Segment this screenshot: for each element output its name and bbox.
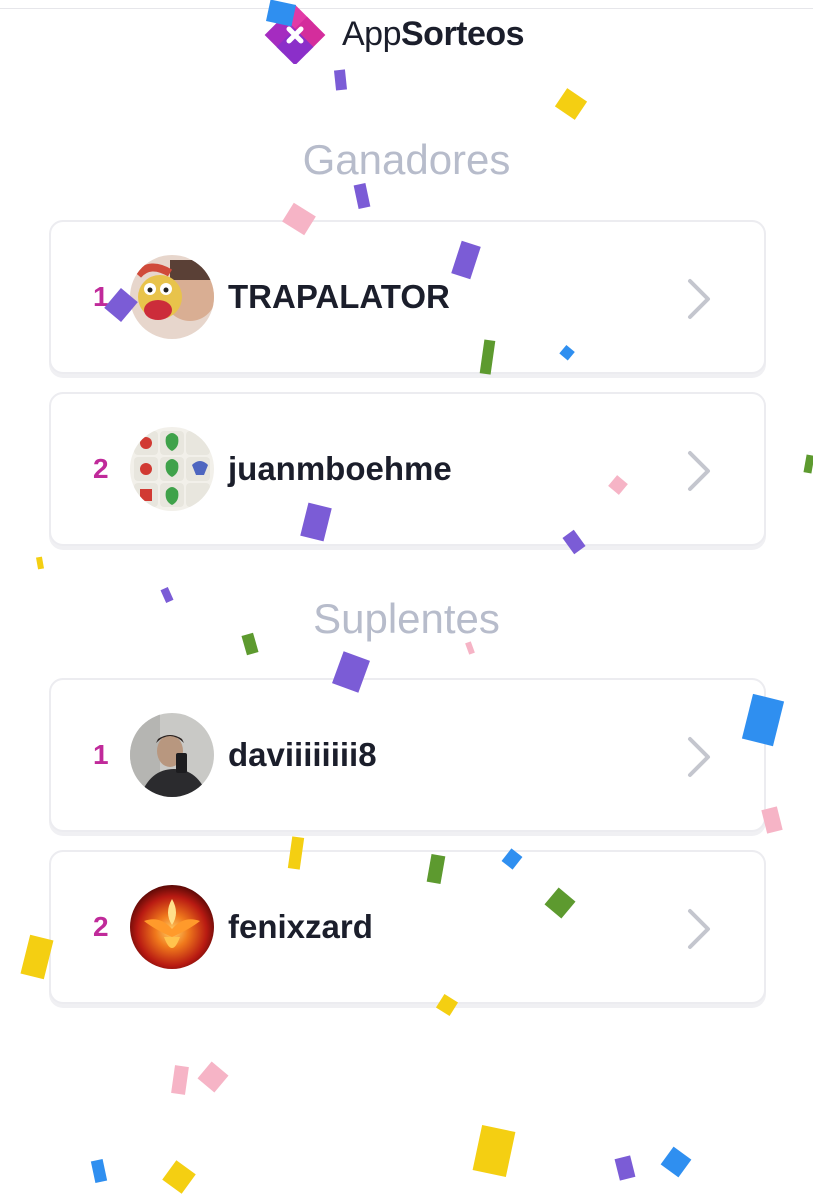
appsorteos-logo-icon (262, 4, 330, 66)
avatar (130, 713, 214, 797)
app-name-light: App (342, 14, 402, 53)
chevron-right-icon[interactable] (684, 277, 714, 321)
substitute-rank: 2 (93, 911, 109, 942)
winner-rank: 2 (93, 453, 109, 484)
substitute-rank: 1 (93, 739, 109, 770)
app-name-bold: Sorteos (401, 14, 525, 53)
substitute-card-2[interactable]: 2 fenixzard (49, 850, 766, 1004)
chevron-right-icon[interactable] (684, 735, 714, 779)
substitute-username: fenixzard (228, 908, 373, 945)
avatar (130, 885, 214, 969)
avatar (130, 427, 214, 511)
app-name: AppSorteos (342, 14, 525, 54)
chevron-right-icon[interactable] (684, 907, 714, 951)
winner-card-1[interactable]: 1 TRAPALATOR (49, 220, 766, 374)
substitutes-title: Suplentes (313, 595, 500, 642)
avatar (130, 255, 214, 339)
substitute-card-1[interactable]: 1 daviiiiiiii8 (49, 678, 766, 832)
winner-username: TRAPALATOR (228, 278, 450, 315)
substitute-username: daviiiiiiii8 (228, 736, 377, 773)
winner-rank: 1 (93, 281, 109, 312)
winners-title: Ganadores (302, 136, 511, 183)
chevron-right-icon[interactable] (684, 449, 714, 493)
winner-card-2[interactable]: 2 juanmboehme (49, 392, 766, 546)
winner-username: juanmboehme (228, 450, 452, 487)
app-header: AppSorteos (262, 4, 525, 66)
